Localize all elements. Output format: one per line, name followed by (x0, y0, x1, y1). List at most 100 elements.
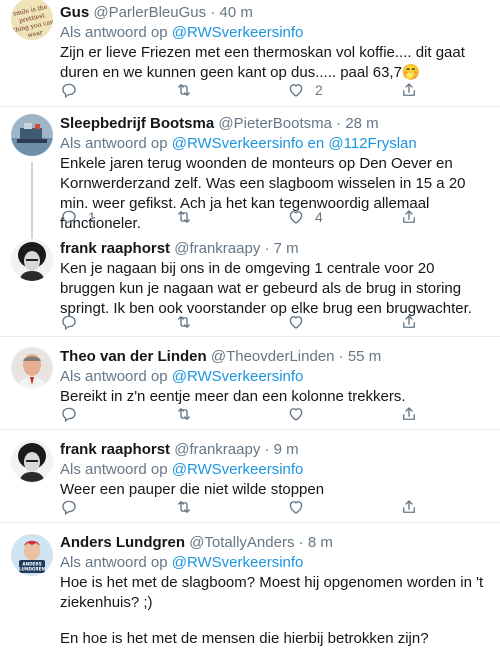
reply-to-link[interactable]: @RWSverkeersinfo (172, 368, 304, 385)
reply-context: Als antwoord op @RWSverkeersinfo (60, 460, 492, 480)
like-count: 2 (315, 82, 323, 98)
reply-to-link[interactable]: @RWSverkeersinfo en @112Fryslan (172, 135, 417, 152)
retweet-button[interactable] (175, 207, 203, 227)
reply-prefix: Als antwoord op (60, 135, 172, 152)
reply-button[interactable] (60, 80, 88, 100)
dot-separator: · (336, 115, 342, 132)
like-button[interactable] (287, 404, 305, 424)
like-button[interactable] (287, 312, 305, 332)
reply-prefix: Als antwoord op (60, 554, 172, 571)
tweet-actions: 2 (60, 80, 420, 100)
dot-separator: · (264, 240, 270, 257)
reply-button[interactable] (60, 312, 78, 332)
tweet[interactable]: frank raaphorst @frankraapy · 7 m Ken je… (0, 227, 500, 337)
share-button[interactable] (400, 404, 418, 424)
share-icon (403, 500, 415, 513)
retweet-button[interactable] (175, 497, 193, 517)
retweet-button[interactable] (175, 80, 203, 100)
heart-icon (289, 211, 303, 224)
reply-context: Als antwoord op @RWSverkeersinfo (60, 553, 492, 573)
tweet-time[interactable]: 55 m (348, 348, 381, 365)
tweet-text: Hoe is het met de slagboom? Moest hij op… (60, 574, 484, 611)
reply-context: Als antwoord op @RWSverkeersinfo (60, 367, 492, 387)
tweet[interactable]: frank raaphorst @frankraapy · 9 m Als an… (0, 430, 500, 523)
reply-icon (62, 210, 76, 226)
heart-icon (289, 84, 303, 97)
share-icon (403, 407, 415, 420)
author-handle[interactable]: @frankraapy (174, 441, 260, 458)
reply-icon (62, 83, 76, 99)
reply-button[interactable] (60, 404, 78, 424)
avatar[interactable] (11, 239, 53, 281)
tweet-feed: smile is the prettiest thing you can wea… (0, 0, 500, 647)
retweet-button[interactable] (175, 312, 193, 332)
tweet-time[interactable]: 40 m (219, 4, 252, 21)
author-name[interactable]: Theo van der Linden (60, 348, 207, 365)
reply-count: 1 (88, 209, 96, 225)
tweet-time[interactable]: 9 m (274, 441, 299, 458)
author-handle[interactable]: @PieterBootsma (218, 115, 332, 132)
share-button[interactable] (400, 207, 418, 227)
reply-icon (62, 500, 76, 516)
reply-to-link[interactable]: @RWSverkeersinfo (172, 24, 304, 41)
reply-button[interactable] (60, 497, 78, 517)
heart-icon (289, 408, 303, 421)
reply-prefix: Als antwoord op (60, 368, 172, 385)
like-button[interactable] (287, 497, 305, 517)
tweet-text: Ken je nagaan bij ons in de omgeving 1 c… (60, 260, 472, 317)
retweet-icon (178, 316, 190, 328)
tweet[interactable]: Theo van der Linden @TheovderLinden · 55… (0, 337, 500, 430)
share-icon (403, 83, 415, 96)
reply-prefix: Als antwoord op (60, 461, 172, 478)
retweet-icon (178, 211, 190, 223)
tweet-actions (60, 497, 420, 517)
author-name[interactable]: Sleepbedrijf Bootsma (60, 115, 214, 132)
author-name[interactable]: frank raaphorst (60, 441, 170, 458)
avatar[interactable] (11, 347, 53, 389)
author-handle[interactable]: @ParlerBleuGus (93, 4, 206, 21)
tweet-time[interactable]: 8 m (308, 534, 333, 551)
retweet-button[interactable] (175, 404, 193, 424)
retweet-icon (178, 501, 190, 513)
reply-button[interactable]: 1 (60, 207, 96, 227)
tweet-actions (60, 404, 420, 424)
share-button[interactable] (400, 312, 418, 332)
retweet-icon (178, 408, 190, 420)
like-button[interactable]: 4 (287, 207, 323, 227)
dot-separator: · (264, 441, 270, 458)
tweet[interactable]: smile is the prettiest thing you can wea… (0, 0, 500, 107)
reply-prefix: Als antwoord op (60, 24, 172, 41)
tweet-actions: 1 4 (60, 207, 420, 227)
dot-separator: · (338, 348, 344, 365)
like-count: 4 (315, 209, 323, 225)
author-handle[interactable]: @TheovderLinden (211, 348, 335, 365)
dot-separator: · (210, 4, 216, 21)
tweet-actions (60, 312, 420, 332)
tweet[interactable]: Sleepbedrijf Bootsma @PieterBootsma · 28… (0, 107, 500, 240)
reply-icon (62, 315, 76, 331)
author-handle[interactable]: @TotallyAnders (189, 534, 294, 551)
share-button[interactable] (400, 80, 418, 100)
avatar[interactable] (11, 114, 53, 156)
share-icon (403, 210, 415, 223)
reply-context: Als antwoord op @RWSverkeersinfo en @112… (60, 134, 492, 154)
avatar[interactable]: ANDERS LUNDGREN (11, 534, 53, 576)
author-name[interactable]: Anders Lundgren (60, 534, 185, 551)
tweet-time[interactable]: 7 m (274, 240, 299, 257)
avatar[interactable] (11, 440, 53, 482)
author-handle[interactable]: @frankraapy (174, 240, 260, 257)
heart-icon (289, 316, 303, 329)
tweet-time[interactable]: 28 m (345, 115, 378, 132)
reply-icon (62, 407, 76, 423)
like-button[interactable]: 2 (287, 80, 323, 100)
share-button[interactable] (400, 497, 418, 517)
reply-to-link[interactable]: @RWSverkeersinfo (172, 461, 304, 478)
avatar[interactable]: smile is the prettiest thing you can wea… (11, 0, 53, 40)
tweet-text-paragraph: En hoe is het met de mensen die hierbij … (60, 630, 429, 647)
share-icon (403, 315, 415, 328)
heart-icon (289, 501, 303, 514)
tweet[interactable]: ANDERS LUNDGREN Anders Lundgren @Totally… (0, 523, 500, 647)
reply-to-link[interactable]: @RWSverkeersinfo (172, 554, 304, 571)
author-name[interactable]: Gus (60, 4, 89, 21)
author-name[interactable]: frank raaphorst (60, 240, 170, 257)
